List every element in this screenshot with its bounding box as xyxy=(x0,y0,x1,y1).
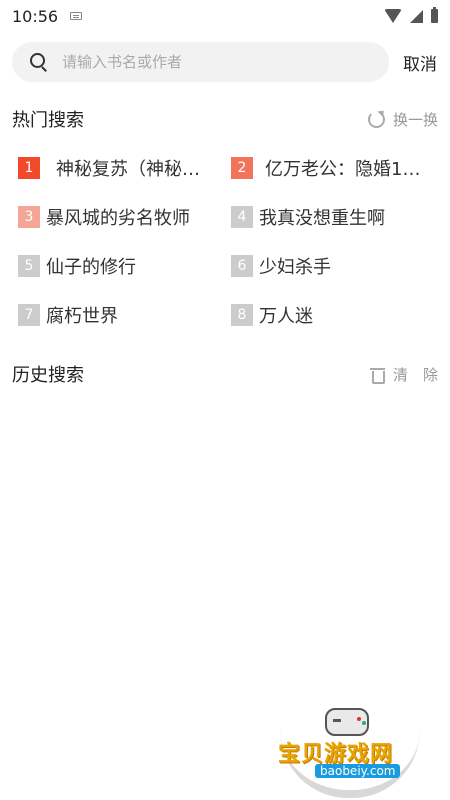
clear-history-label: 清 除 xyxy=(392,365,438,384)
rank-badge: 5 xyxy=(18,255,40,277)
hot-search-item-1[interactable]: 1 神秘复苏（神秘… xyxy=(18,155,200,181)
rank-badge: 8 xyxy=(231,304,253,326)
hot-search-item-3[interactable]: 3 暴风城的劣名牧师 xyxy=(18,204,190,230)
watermark-url: baobeiy.com xyxy=(315,764,401,778)
hot-search-title: 热门搜索 xyxy=(12,110,84,131)
clear-history-button[interactable]: 清 除 xyxy=(369,364,438,385)
hot-search-text: 亿万老公：隐婚1… xyxy=(265,159,421,180)
gamepad-icon xyxy=(325,708,369,736)
battery-icon xyxy=(431,7,438,23)
rank-badge: 4 xyxy=(231,206,253,228)
hot-search-text: 仙子的修行 xyxy=(46,257,136,278)
refresh-label: 换一换 xyxy=(392,110,438,129)
hot-search-text: 少妇杀手 xyxy=(259,257,331,278)
hot-search-item-4[interactable]: 4 我真没想重生啊 xyxy=(231,204,385,230)
wifi-icon xyxy=(384,9,402,23)
signal-icon xyxy=(410,9,423,23)
rank-badge: 3 xyxy=(18,206,40,228)
keyboard-icon xyxy=(70,12,83,20)
refresh-button[interactable]: 换一换 xyxy=(367,109,438,130)
hot-search-item-5[interactable]: 5 仙子的修行 xyxy=(18,253,136,279)
hot-search-header: 热门搜索 换一换 xyxy=(12,107,438,131)
rank-badge: 2 xyxy=(231,157,253,179)
status-right xyxy=(384,7,438,23)
history-header: 历史搜索 清 除 xyxy=(12,362,438,386)
hot-search-item-6[interactable]: 6 少妇杀手 xyxy=(231,253,331,279)
status-time: 10:56 xyxy=(12,6,59,26)
search-box[interactable] xyxy=(12,42,389,82)
status-bar: 10:56 xyxy=(0,0,450,32)
search-screen: 10:56 取消 热门搜索 换一换 1 神秘复苏（神秘… 2 亿万 xyxy=(0,0,450,800)
search-icon xyxy=(30,53,48,71)
hot-search-item-2[interactable]: 2 亿万老公：隐婚1… xyxy=(231,155,420,181)
hot-search-text: 万人迷 xyxy=(259,306,313,327)
rank-badge: 6 xyxy=(231,255,253,277)
refresh-icon xyxy=(367,110,385,128)
watermark-logo: 宝贝游戏网 baobeiy.com xyxy=(270,700,430,798)
status-left: 10:56 xyxy=(12,6,83,26)
hot-search-text: 暴风城的劣名牧师 xyxy=(46,208,190,229)
search-row: 取消 xyxy=(12,42,442,82)
hot-search-text: 神秘复苏（神秘… xyxy=(56,159,200,180)
history-title: 历史搜索 xyxy=(12,365,84,386)
hot-search-item-8[interactable]: 8 万人迷 xyxy=(231,302,313,328)
trash-icon xyxy=(369,366,385,384)
hot-search-item-7[interactable]: 7 腐朽世界 xyxy=(18,302,118,328)
hot-search-text: 腐朽世界 xyxy=(46,306,118,327)
hot-search-text: 我真没想重生啊 xyxy=(259,208,385,229)
search-input[interactable] xyxy=(60,52,364,72)
rank-badge: 7 xyxy=(18,304,40,326)
rank-badge: 1 xyxy=(18,157,40,179)
cancel-button[interactable]: 取消 xyxy=(403,50,437,75)
